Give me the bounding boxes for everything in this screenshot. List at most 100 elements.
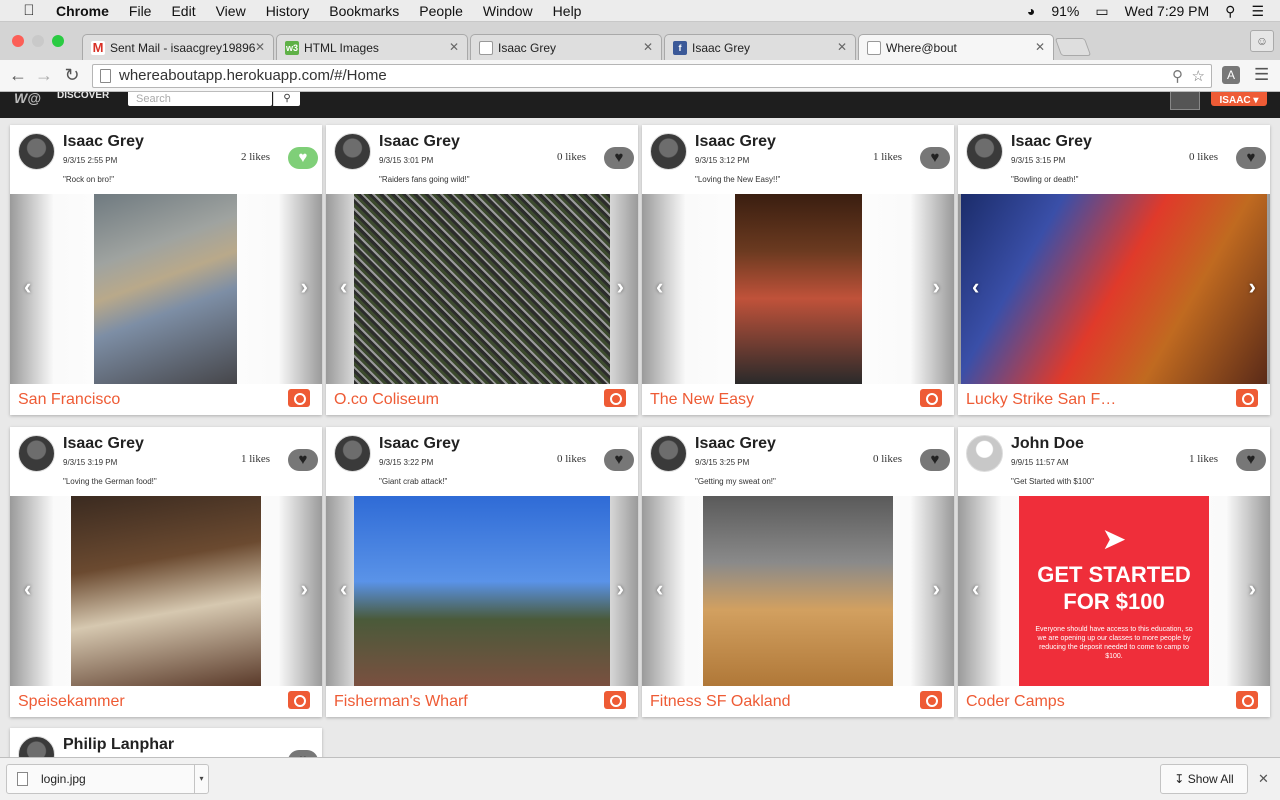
close-icon[interactable]: ✕	[255, 40, 265, 54]
like-button[interactable]: ♥	[920, 449, 950, 471]
post-location[interactable]: Lucky Strike San F…	[966, 391, 1206, 409]
next-arrow-icon[interactable]: ›	[1249, 576, 1256, 602]
nav-discover[interactable]: DISCOVER	[57, 92, 109, 101]
reload-icon[interactable]: ↻	[62, 65, 82, 86]
tab-facebook[interactable]: f Isaac Grey ✕	[664, 34, 856, 60]
address-bar[interactable]: whereaboutapp.herokuapp.com/#/Home ⚲ ☆	[92, 64, 1212, 88]
menu-history[interactable]: History	[266, 3, 310, 19]
post-location[interactable]: Coder Camps	[966, 693, 1206, 711]
tab-gmail[interactable]: M Sent Mail - isaacgrey19896 ✕	[82, 34, 274, 60]
menu-window[interactable]: Window	[483, 3, 533, 19]
spotlight-icon[interactable]: ⚲	[1225, 3, 1235, 20]
show-all-button[interactable]: ↧ Show All	[1160, 764, 1248, 794]
url-text[interactable]: whereaboutapp.herokuapp.com/#/Home	[119, 67, 387, 84]
post-author[interactable]: Isaac Grey	[1011, 133, 1092, 151]
chrome-menu-icon[interactable]: ☰	[1254, 65, 1269, 85]
avatar[interactable]	[650, 435, 687, 472]
post-location[interactable]: San Francisco	[18, 391, 258, 409]
next-arrow-icon[interactable]: ›	[933, 274, 940, 300]
prev-arrow-icon[interactable]: ‹	[972, 274, 979, 300]
zoom-window-button[interactable]	[52, 35, 64, 47]
post-author[interactable]: John Doe	[1011, 435, 1084, 453]
post-author[interactable]: Isaac Grey	[63, 133, 144, 151]
prev-arrow-icon[interactable]: ‹	[340, 274, 347, 300]
avatar[interactable]	[334, 133, 371, 170]
user-avatar[interactable]	[1170, 92, 1200, 110]
minimize-window-button[interactable]	[32, 35, 44, 47]
next-arrow-icon[interactable]: ›	[1249, 274, 1256, 300]
close-icon[interactable]: ✕	[643, 40, 653, 54]
menu-bookmarks[interactable]: Bookmarks	[329, 3, 399, 19]
battery-icon[interactable]: ▭	[1095, 3, 1108, 20]
like-button[interactable]: ♥	[604, 449, 634, 471]
apple-icon[interactable]: 	[20, 2, 38, 19]
next-arrow-icon[interactable]: ›	[933, 576, 940, 602]
close-icon[interactable]: ✕	[837, 40, 847, 54]
post-author[interactable]: Philip Lanphar	[63, 736, 174, 754]
close-icon[interactable]: ✕	[1035, 40, 1045, 54]
menu-view[interactable]: View	[216, 3, 246, 19]
back-icon[interactable]: ←	[8, 65, 28, 86]
avatar[interactable]	[966, 133, 1003, 170]
menu-chrome[interactable]: Chrome	[56, 3, 109, 19]
wifi-icon[interactable]: ◕	[1027, 3, 1035, 19]
search-button[interactable]: ⚲	[273, 92, 300, 106]
like-button[interactable]: ♥	[920, 147, 950, 169]
post-location[interactable]: O.co Coliseum	[334, 391, 574, 409]
tab-isaac-grey[interactable]: Isaac Grey ✕	[470, 34, 662, 60]
avatar[interactable]	[966, 435, 1003, 472]
like-button[interactable]: ♥	[288, 147, 318, 169]
tab-html-images[interactable]: w3 HTML Images ✕	[276, 34, 468, 60]
bookmark-star-icon[interactable]: ☆	[1192, 66, 1205, 88]
camera-icon[interactable]	[288, 389, 310, 407]
camera-icon[interactable]	[604, 389, 626, 407]
notification-center-icon[interactable]: ☰	[1251, 3, 1264, 20]
post-location[interactable]: Fitness SF Oakland	[650, 693, 890, 711]
avatar[interactable]	[334, 435, 371, 472]
post-location[interactable]: Fisherman's Wharf	[334, 693, 574, 711]
menu-file[interactable]: File	[129, 3, 152, 19]
post-author[interactable]: Isaac Grey	[63, 435, 144, 453]
post-location[interactable]: Speisekammer	[18, 693, 258, 711]
camera-icon[interactable]	[288, 691, 310, 709]
camera-icon[interactable]	[1236, 691, 1258, 709]
forward-icon[interactable]: →	[34, 65, 54, 86]
next-arrow-icon[interactable]: ›	[301, 274, 308, 300]
post-author[interactable]: Isaac Grey	[695, 435, 776, 453]
next-arrow-icon[interactable]: ›	[617, 274, 624, 300]
post-author[interactable]: Isaac Grey	[379, 435, 460, 453]
new-tab-button[interactable]	[1054, 38, 1092, 56]
prev-arrow-icon[interactable]: ‹	[656, 274, 663, 300]
avatar[interactable]	[18, 435, 55, 472]
post-author[interactable]: Isaac Grey	[695, 133, 776, 151]
menu-help[interactable]: Help	[553, 3, 582, 19]
like-button[interactable]: ♥	[1236, 449, 1266, 471]
close-window-button[interactable]	[12, 35, 24, 47]
chevron-down-icon[interactable]: ▾	[194, 765, 208, 793]
like-button[interactable]: ♥	[604, 147, 634, 169]
site-logo[interactable]: W@	[14, 92, 41, 106]
post-author[interactable]: Isaac Grey	[379, 133, 460, 151]
user-menu-button[interactable]: ISAAC ▾	[1211, 92, 1267, 106]
clock[interactable]: Wed 7:29 PM	[1125, 3, 1210, 19]
avatar[interactable]	[650, 133, 687, 170]
prev-arrow-icon[interactable]: ‹	[340, 576, 347, 602]
prev-arrow-icon[interactable]: ‹	[24, 274, 31, 300]
profile-icon[interactable]: ☺	[1250, 30, 1274, 52]
menu-people[interactable]: People	[419, 3, 463, 19]
camera-icon[interactable]	[1236, 389, 1258, 407]
next-arrow-icon[interactable]: ›	[301, 576, 308, 602]
next-arrow-icon[interactable]: ›	[617, 576, 624, 602]
prev-arrow-icon[interactable]: ‹	[24, 576, 31, 602]
camera-icon[interactable]	[920, 691, 942, 709]
prev-arrow-icon[interactable]: ‹	[972, 576, 979, 602]
menu-edit[interactable]: Edit	[171, 3, 195, 19]
like-button[interactable]: ♥	[1236, 147, 1266, 169]
zoom-icon[interactable]: ⚲	[1172, 66, 1183, 88]
camera-icon[interactable]	[920, 389, 942, 407]
close-icon[interactable]: ✕	[449, 40, 459, 54]
close-icon[interactable]: ✕	[1258, 771, 1269, 787]
download-item[interactable]: login.jpg ▾	[6, 764, 209, 794]
extension-icon[interactable]: A	[1222, 66, 1240, 84]
prev-arrow-icon[interactable]: ‹	[656, 576, 663, 602]
